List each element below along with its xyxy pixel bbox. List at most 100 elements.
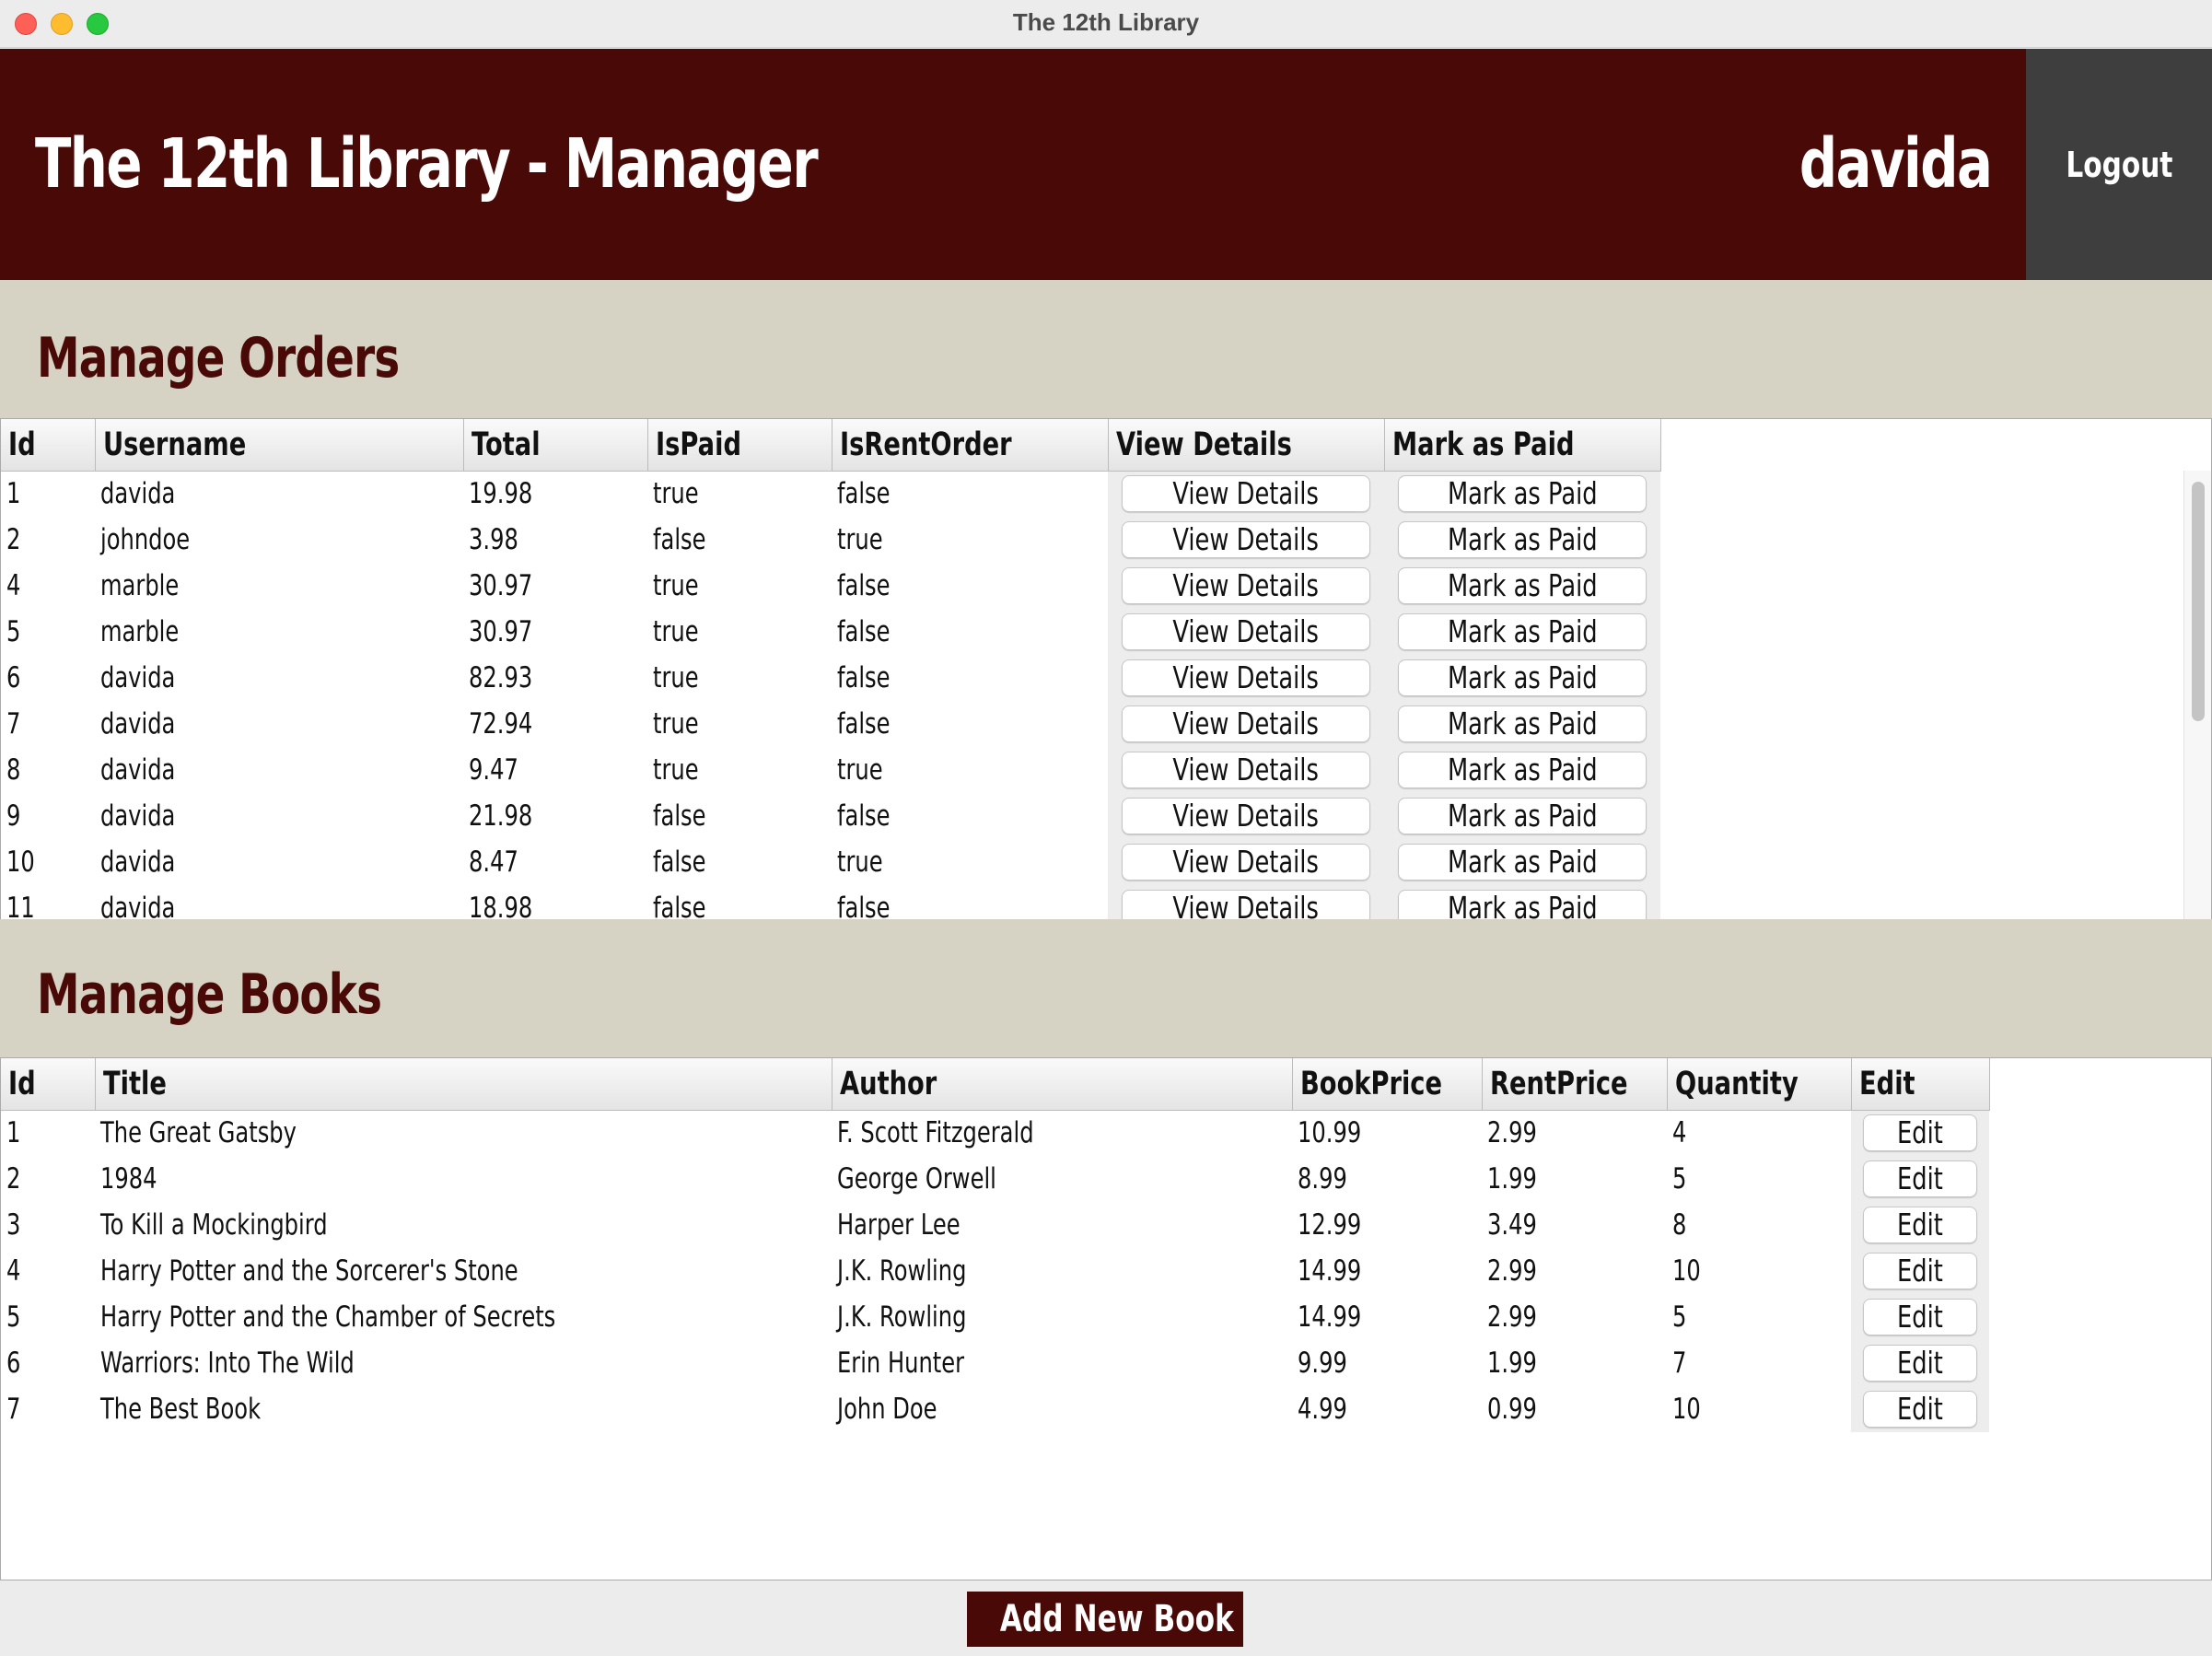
orders-cell-value: davida	[100, 753, 176, 787]
books-table-row[interactable]: 6 Warriors: Into The Wild Erin Hunter 9.99 1…	[1, 1340, 1990, 1386]
books-table-row[interactable]: 2 1984 George Orwell 8.99 1.99 5 Edit	[1, 1156, 1990, 1202]
view-details-button[interactable]: View Details	[1122, 567, 1370, 604]
mark-as-paid-button[interactable]: Mark as Paid	[1398, 844, 1647, 880]
view-details-button[interactable]: View Details	[1122, 798, 1370, 834]
books-cell-value: J.K. Rowling	[837, 1300, 967, 1334]
orders-cell-value: 9.47	[469, 753, 518, 787]
books-cell-value: 2.99	[1487, 1254, 1538, 1288]
mark-as-paid-button[interactable]: Mark as Paid	[1398, 521, 1647, 558]
edit-book-button-label: Edit	[1897, 1160, 1944, 1196]
books-column-header[interactable]: Quantity	[1667, 1058, 1852, 1111]
add-new-book-button[interactable]: Add New Book	[967, 1592, 1243, 1647]
orders-button-cell: View Details	[1108, 839, 1384, 885]
books-cell-value: 5	[6, 1300, 21, 1334]
books-cell: 2.99	[1482, 1248, 1667, 1294]
logout-button[interactable]: Logout	[2026, 49, 2212, 280]
orders-cell-value: davida	[100, 707, 176, 741]
orders-button-cell: View Details	[1108, 793, 1384, 839]
orders-column-header[interactable]: IsPaid	[647, 419, 832, 472]
orders-button-cell: Mark as Paid	[1384, 701, 1660, 747]
orders-column-header-label: Mark as Paid	[1391, 426, 1574, 463]
orders-cell-value: davida	[100, 845, 176, 879]
orders-cell: 9.47	[463, 747, 647, 793]
mark-as-paid-button[interactable]: Mark as Paid	[1398, 659, 1647, 696]
edit-book-button[interactable]: Edit	[1863, 1391, 1978, 1428]
mark-as-paid-button[interactable]: Mark as Paid	[1398, 752, 1647, 788]
view-details-button[interactable]: View Details	[1122, 613, 1370, 650]
books-table-row[interactable]: 5 Harry Potter and the Chamber of Secrets…	[1, 1294, 1990, 1340]
orders-table-row[interactable]: 9 davida 21.98 false false View Details Mark a…	[1, 793, 1660, 839]
books-table-row[interactable]: 7 The Best Book John Doe 4.99 0.99 10 Edit	[1, 1386, 1990, 1432]
books-column-header[interactable]: BookPrice	[1292, 1058, 1483, 1111]
orders-cell-value: davida	[100, 892, 176, 921]
orders-table-row[interactable]: 10 davida 8.47 false true View Details Mark as…	[1, 839, 1660, 885]
orders-column-header[interactable]: Username	[95, 419, 464, 472]
mark-as-paid-button[interactable]: Mark as Paid	[1398, 475, 1647, 513]
books-column-header-label: RentPrice	[1489, 1065, 1628, 1102]
orders-cell: 72.94	[463, 701, 647, 747]
mark-as-paid-button[interactable]: Mark as Paid	[1398, 798, 1647, 834]
edit-book-button[interactable]: Edit	[1863, 1345, 1978, 1382]
view-details-button[interactable]: View Details	[1122, 752, 1370, 788]
books-column-header[interactable]: Author	[832, 1058, 1293, 1111]
orders-table-container[interactable]: Id Username Total IsPaid IsRentOrder View Det…	[0, 418, 2212, 921]
orders-column-header[interactable]: View Details	[1108, 419, 1385, 472]
orders-cell: 7	[1, 701, 95, 747]
books-table-container[interactable]: Id Title Author BookPrice RentPrice Quantity E…	[0, 1057, 2212, 1580]
view-details-button-label: View Details	[1172, 475, 1320, 512]
view-details-button[interactable]: View Details	[1122, 706, 1370, 742]
orders-column-header[interactable]: IsRentOrder	[832, 419, 1109, 472]
edit-book-button[interactable]: Edit	[1863, 1299, 1978, 1335]
books-cell: 9.99	[1292, 1340, 1482, 1386]
orders-table-row[interactable]: 7 davida 72.94 true false View Details Mark as…	[1, 701, 1660, 747]
view-details-button[interactable]: View Details	[1122, 521, 1370, 558]
books-cell-value: 5	[1672, 1300, 1687, 1334]
orders-cell: 82.93	[463, 655, 647, 701]
books-cell: 14.99	[1292, 1248, 1482, 1294]
books-button-cell: Edit	[1851, 1386, 1990, 1432]
orders-scrollbar-thumb[interactable]	[2192, 482, 2205, 721]
books-table-row[interactable]: 3 To Kill a Mockingbird Harper Lee 12.99 3.4…	[1, 1202, 1990, 1248]
mark-as-paid-button[interactable]: Mark as Paid	[1398, 567, 1647, 604]
orders-cell-value: 7	[6, 707, 21, 741]
orders-table-row[interactable]: 11 davida 18.98 false false View Details Mark …	[1, 885, 1660, 921]
view-details-button[interactable]: View Details	[1122, 890, 1370, 920]
orders-table-row[interactable]: 5 marble 30.97 true false View Details Mark as…	[1, 609, 1660, 655]
books-cell-value: 1.99	[1487, 1162, 1538, 1195]
orders-column-header[interactable]: Id	[1, 419, 96, 472]
orders-table-row[interactable]: 4 marble 30.97 true false View Details Mark as…	[1, 563, 1660, 609]
books-column-header[interactable]: RentPrice	[1482, 1058, 1668, 1111]
orders-column-header[interactable]: Total	[463, 419, 648, 472]
mark-as-paid-button[interactable]: Mark as Paid	[1398, 613, 1647, 650]
view-details-button[interactable]: View Details	[1122, 475, 1370, 513]
edit-book-button[interactable]: Edit	[1863, 1114, 1978, 1152]
orders-cell: false	[647, 793, 832, 839]
books-column-header[interactable]: Edit	[1851, 1058, 1990, 1111]
mark-as-paid-button[interactable]: Mark as Paid	[1398, 890, 1647, 920]
window-title: The 12th Library	[1012, 8, 1200, 36]
books-table-row[interactable]: 1 The Great Gatsby F. Scott Fitzgerald 10.9…	[1, 1110, 1990, 1156]
orders-button-cell: Mark as Paid	[1384, 471, 1660, 517]
edit-book-button[interactable]: Edit	[1863, 1253, 1978, 1289]
orders-column-header[interactable]: Mark as Paid	[1384, 419, 1661, 472]
books-cell: J.K. Rowling	[832, 1294, 1292, 1340]
orders-table-row[interactable]: 1 davida 19.98 true false View Details Mark as…	[1, 471, 1660, 517]
books-table-row[interactable]: 4 Harry Potter and the Sorcerer's Stone J.…	[1, 1248, 1990, 1294]
orders-table-row[interactable]: 2 johndoe 3.98 false true View Details Mark as…	[1, 517, 1660, 563]
books-column-header[interactable]: Title	[95, 1058, 832, 1111]
books-cell-value: 5	[1672, 1162, 1687, 1195]
view-details-button[interactable]: View Details	[1122, 659, 1370, 696]
orders-cell-value: false	[837, 799, 891, 833]
orders-cell-value: false	[837, 707, 891, 741]
mark-as-paid-button[interactable]: Mark as Paid	[1398, 706, 1647, 742]
orders-scrollbar[interactable]	[2183, 471, 2211, 920]
view-details-button[interactable]: View Details	[1122, 844, 1370, 880]
orders-table-row[interactable]: 8 davida 9.47 true true View Details Mark as P…	[1, 747, 1660, 793]
orders-cell-value: false	[837, 615, 891, 648]
orders-cell-value: 3.98	[469, 523, 518, 556]
edit-book-button[interactable]: Edit	[1863, 1207, 1978, 1243]
books-column-header[interactable]: Id	[1, 1058, 96, 1111]
orders-table-row[interactable]: 6 davida 82.93 true false View Details Mark as…	[1, 655, 1660, 701]
edit-book-button[interactable]: Edit	[1863, 1160, 1978, 1197]
books-cell-value: John Doe	[837, 1393, 937, 1426]
